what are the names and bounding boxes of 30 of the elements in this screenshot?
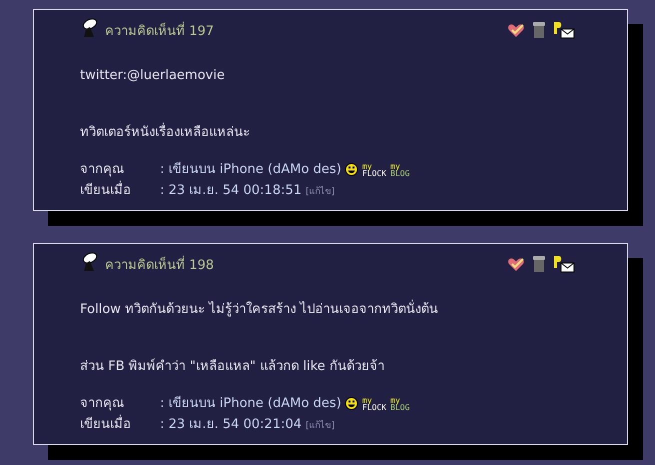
- comment-title: ความคิดเห็นที่ 198: [105, 254, 215, 274]
- my-blog-link[interactable]: my BLOG: [390, 162, 410, 176]
- my-flock-link[interactable]: my FLOCK: [362, 162, 386, 176]
- author-name: : เขียนบน iPhone (dAMo des): [160, 160, 342, 179]
- smiley-icon: [345, 397, 358, 410]
- author-name: : เขียนบน iPhone (dAMo des): [160, 394, 342, 413]
- written-label: เขียนเมื่อ: [80, 415, 160, 434]
- from-label: จากคุณ: [80, 161, 125, 179]
- from-label: จากคุณ: [80, 395, 125, 413]
- heart-check-icon[interactable]: [507, 22, 525, 38]
- my-flock-link[interactable]: my FLOCK: [362, 396, 386, 410]
- trash-icon[interactable]: [532, 255, 546, 273]
- edit-link[interactable]: [แก้ไข]: [306, 418, 335, 432]
- private-message-icon[interactable]: [553, 21, 575, 39]
- comment-text: twitter:@luerlaemovie: [80, 67, 226, 85]
- comment-text: Follow ทวิตกันด้วยนะ ไม่รู้ว่าใครสร้าง ไปอ่านเจอจากทวิตนั่งต้น: [80, 300, 627, 319]
- edit-link[interactable]: [แก้ไข]: [306, 184, 335, 198]
- post-date: : 23 เม.ย. 54 00:18:51: [160, 182, 302, 200]
- post-date: : 23 เม.ย. 54 00:21:04: [160, 416, 302, 434]
- trash-icon[interactable]: [532, 21, 546, 39]
- comment-title: ความคิดเห็นที่ 197: [105, 20, 215, 40]
- comment-text: ส่วน FB พิมพ์คำว่า "เหลือแหล" แล้วกด like กันด้วยจ้า: [80, 358, 386, 376]
- my-blog-link[interactable]: my BLOG: [390, 396, 410, 410]
- private-message-icon[interactable]: [553, 255, 575, 273]
- smiley-icon: [345, 163, 358, 176]
- heart-check-icon[interactable]: [507, 256, 525, 272]
- satellite-dish-icon: [81, 18, 99, 38]
- comment-text: ทวิตเตอร์หนังเรื่องเหลือแหล่นะ: [80, 123, 627, 142]
- written-label: เขียนเมื่อ: [80, 181, 160, 200]
- satellite-dish-icon: [81, 252, 99, 272]
